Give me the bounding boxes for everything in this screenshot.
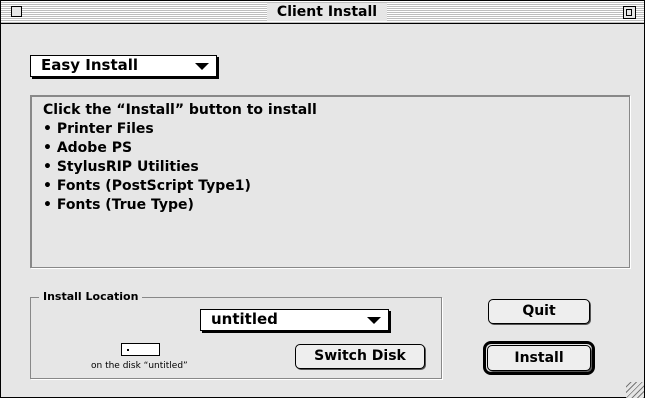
title-bar[interactable]: Client Install (1, 1, 644, 24)
install-info-text: Click the “Install” button to install • … (43, 101, 317, 215)
zoom-box-icon[interactable] (623, 6, 636, 19)
disk-select-value: untitled (211, 310, 278, 328)
popup-arrow-icon (367, 317, 381, 324)
hard-drive-icon (121, 343, 160, 356)
info-line: • Fonts (True Type) (43, 197, 194, 213)
window-title: Client Install (267, 3, 387, 21)
install-info-panel: Click the “Install” button to install • … (30, 95, 630, 268)
info-line: • Fonts (PostScript Type1) (43, 178, 251, 194)
install-button[interactable]: Install (487, 345, 591, 371)
quit-button[interactable]: Quit (488, 299, 590, 324)
switch-disk-button[interactable]: Switch Disk (295, 344, 425, 369)
info-line: • Printer Files (43, 121, 154, 137)
install-location-label: Install Location (39, 289, 143, 305)
info-line: • StylusRIP Utilities (43, 159, 199, 175)
info-line: • Adobe PS (43, 140, 133, 156)
close-box-icon[interactable] (11, 6, 22, 17)
client-install-window: Client Install Easy Install Click the “I… (0, 0, 645, 398)
disk-select-popup[interactable]: untitled (200, 309, 389, 331)
popup-arrow-icon (195, 63, 209, 70)
install-mode-popup[interactable]: Easy Install (30, 55, 217, 77)
resize-grip-icon[interactable] (626, 382, 644, 398)
install-mode-value: Easy Install (41, 56, 139, 74)
disk-caption: on the disk “untitled” (91, 361, 188, 371)
info-line: Click the “Install” button to install (43, 102, 317, 118)
